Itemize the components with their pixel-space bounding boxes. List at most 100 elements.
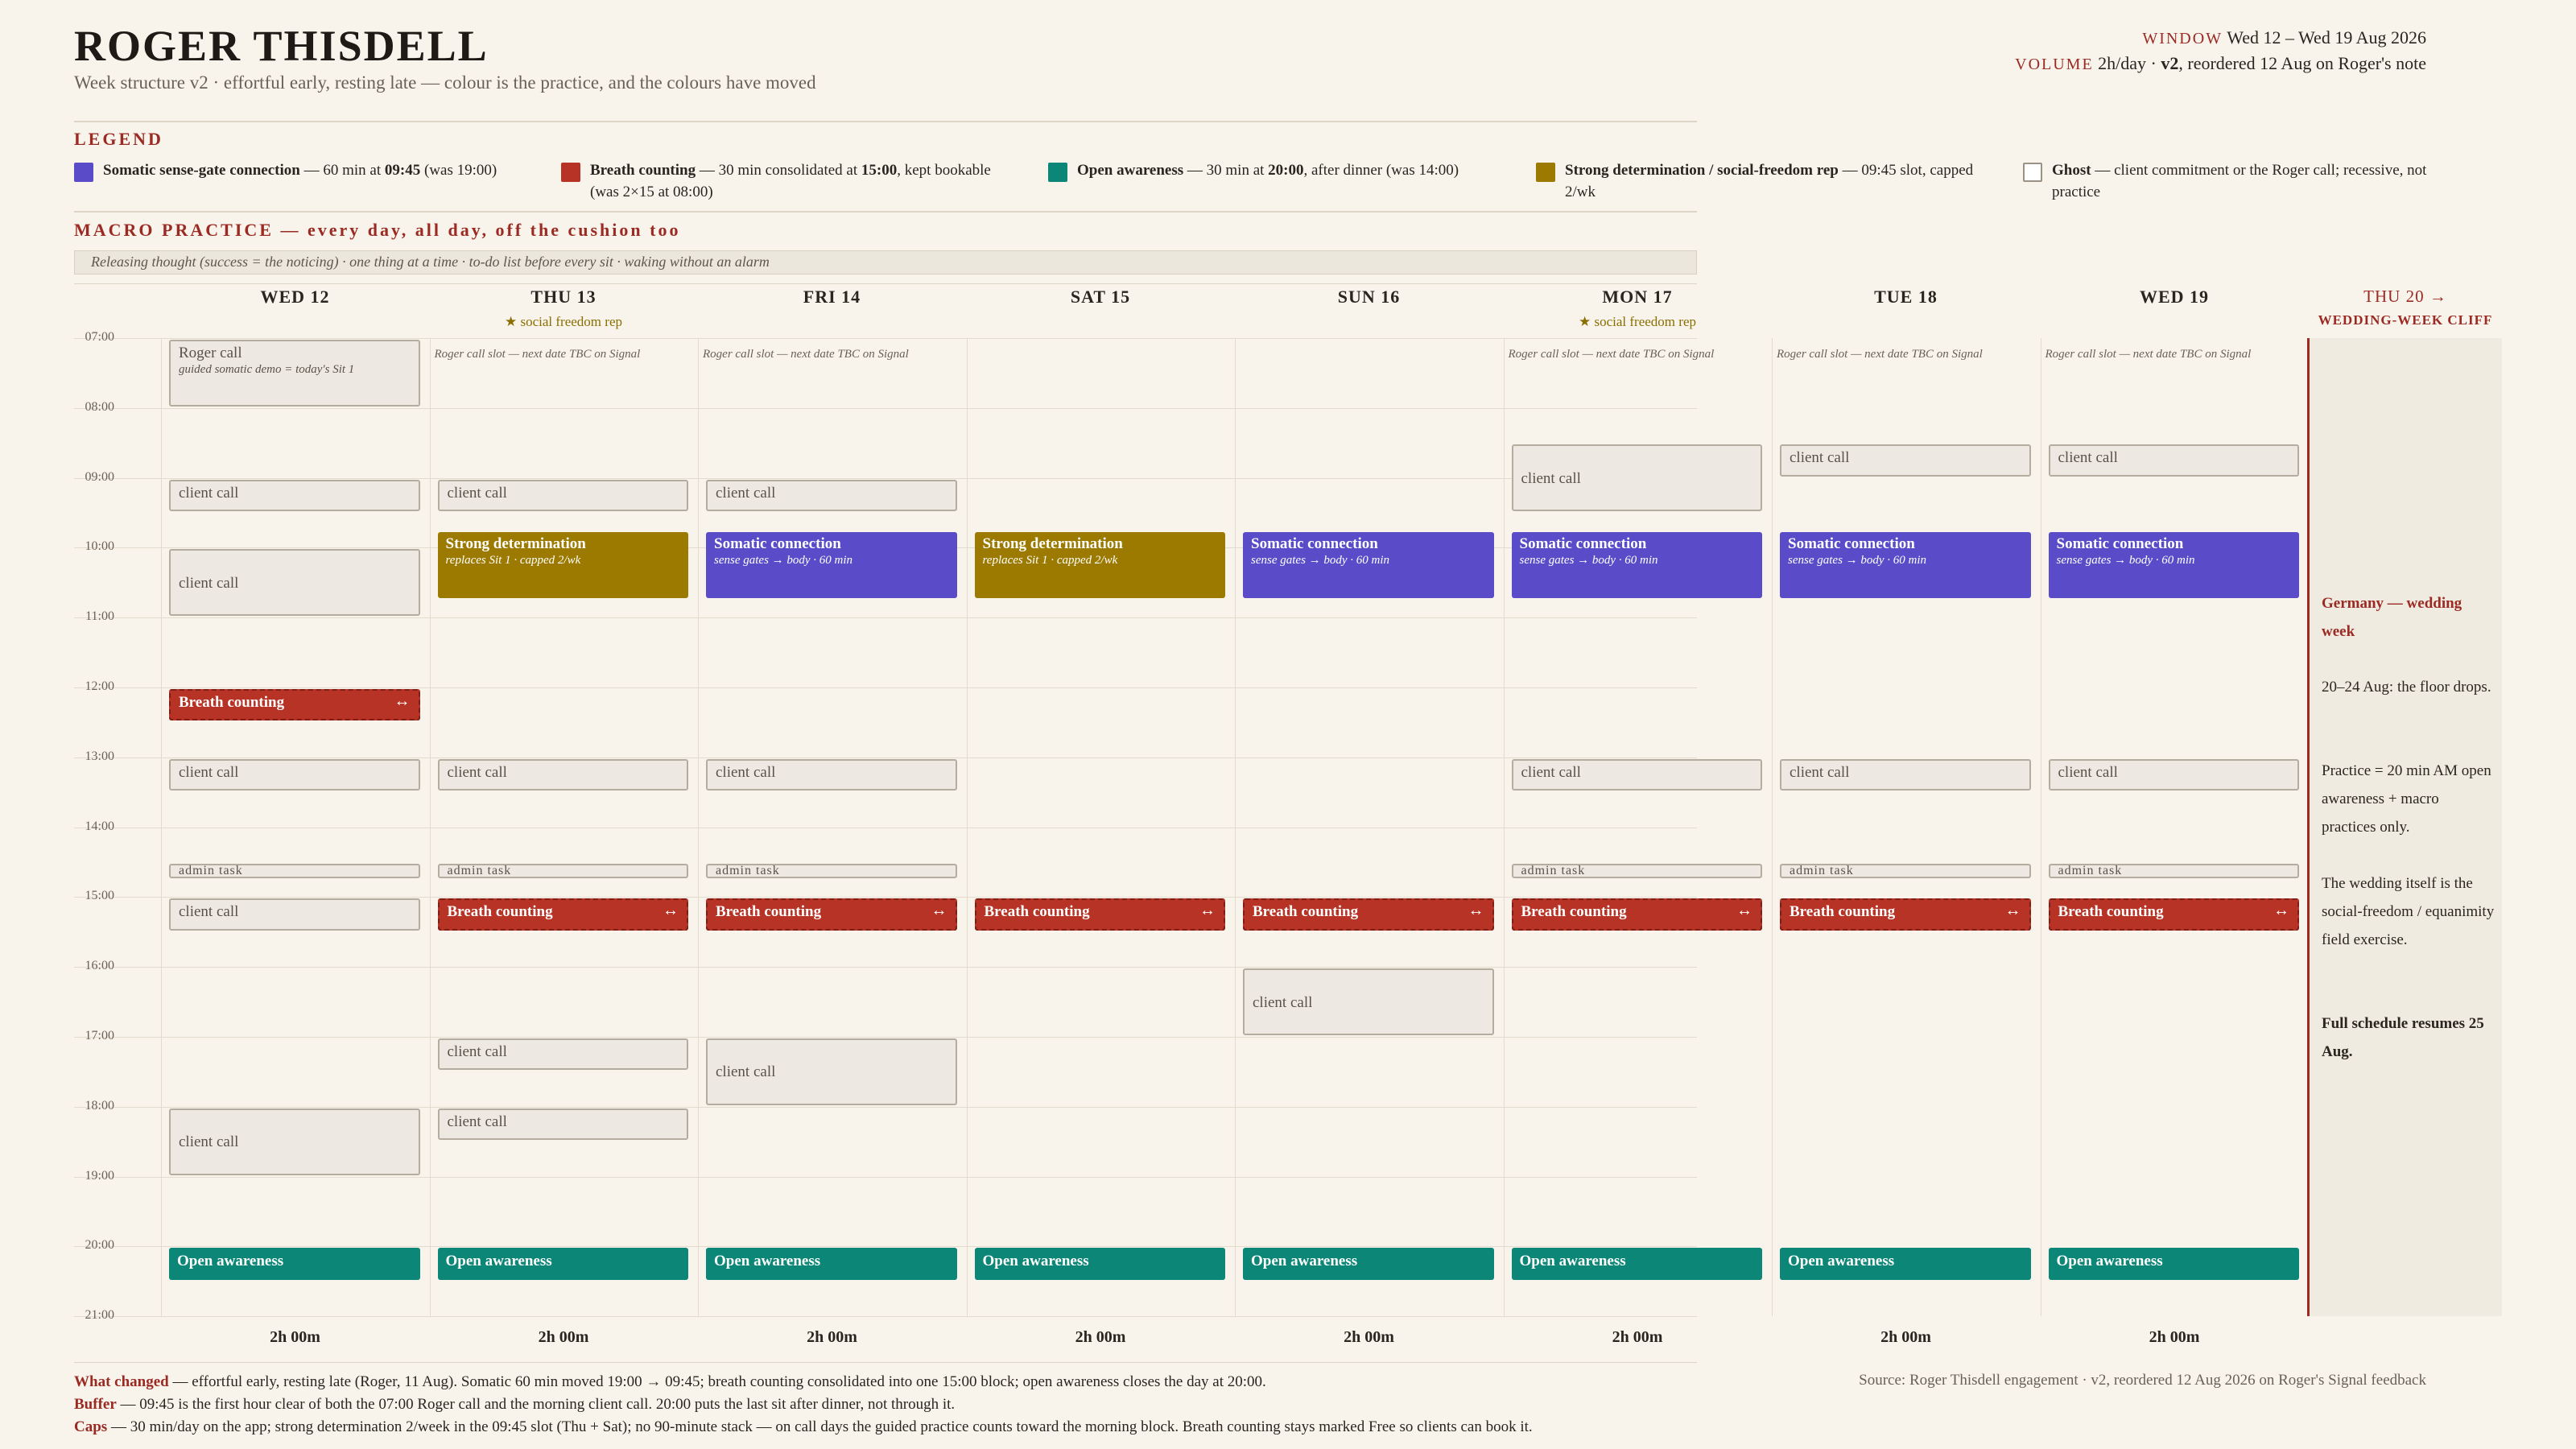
client-call-block[interactable]: client call <box>169 898 420 931</box>
open-awareness-block[interactable]: Open awareness <box>706 1248 957 1280</box>
client-call-block[interactable]: client call <box>706 479 957 511</box>
event-label: Roger call <box>179 345 242 361</box>
hour-gridline <box>74 1176 1697 1178</box>
event-label: Somatic connection <box>714 535 841 552</box>
event-label: client call <box>1253 993 1313 1011</box>
event-label: Strong determination <box>982 535 1123 552</box>
legend-heading: LEGEND <box>74 129 163 149</box>
client-call-block[interactable]: client call <box>2048 444 2299 477</box>
client-call-block[interactable]: client call <box>1511 444 1762 511</box>
breath-counting-block[interactable]: Breath counting ↔ <box>1780 898 2031 931</box>
cliff-note-4: The wedding itself is the social-freedom… <box>2322 875 2495 948</box>
somatic-connection-block[interactable]: Somatic connection sense gates → body · 6… <box>706 531 957 599</box>
somatic-connection-block[interactable]: Somatic connection sense gates → body · 6… <box>1511 531 1762 599</box>
hour-label: 08:00 <box>85 399 114 414</box>
event-label: Open awareness <box>1251 1253 1358 1270</box>
roger-call-slot: Roger call slot — next date TBC on Signa… <box>1508 348 1715 361</box>
breath-counting-block[interactable]: Breath counting ↔ <box>706 898 957 931</box>
drag-handle-icon[interactable]: ↔ <box>2273 902 2289 920</box>
client-call-block[interactable]: client call <box>437 1038 688 1071</box>
client-call-block[interactable]: client call <box>169 1108 420 1175</box>
day-total: 2h 00m <box>1880 1328 1931 1346</box>
day-header: WED 12 <box>260 287 330 307</box>
event-label: admin task <box>447 864 512 877</box>
client-call-block[interactable]: client call <box>1780 758 2031 791</box>
client-call-block[interactable]: client call <box>437 1108 688 1141</box>
open-awareness-block[interactable]: Open awareness <box>169 1248 420 1280</box>
event-sublabel: sense gates → body · 60 min <box>1251 553 1390 567</box>
day-header: FRI 14 <box>803 287 861 307</box>
strong-determination-block[interactable]: Strong determination replaces Sit 1 · cap… <box>437 531 688 599</box>
drag-handle-icon[interactable]: ↔ <box>1199 902 1216 920</box>
admin-task-block[interactable]: admin task <box>437 864 688 878</box>
drag-handle-icon[interactable]: ↔ <box>931 902 947 920</box>
drag-handle-icon[interactable]: ↔ <box>1736 902 1752 920</box>
client-call-block[interactable]: client call <box>437 758 688 791</box>
cliff-heading: THU 20 → <box>2363 287 2447 306</box>
breath-counting-block[interactable]: Breath counting ↔ <box>2048 898 2299 931</box>
somatic-connection-block[interactable]: Somatic connection sense gates → body · 6… <box>1780 531 2031 599</box>
strong-determination-block[interactable]: Strong determination replaces Sit 1 · cap… <box>974 531 1225 599</box>
somatic-connection-block[interactable]: Somatic connection sense gates → body · 6… <box>2048 531 2299 599</box>
open-awareness-block[interactable]: Open awareness <box>1243 1248 1494 1280</box>
breath-counting-block[interactable]: Breath counting ↔ <box>1511 898 1762 931</box>
event-label: Open awareness <box>2056 1253 2163 1270</box>
event-label: Open awareness <box>982 1253 1089 1270</box>
ghost-swatch <box>2023 163 2042 182</box>
day-header: SAT 15 <box>1070 287 1131 307</box>
event-sublabel: sense gates → body · 60 min <box>2056 553 2195 567</box>
event-sublabel: sense gates → body · 60 min <box>714 553 853 567</box>
page-title: ROGER THISDELL <box>74 22 489 70</box>
hour-label: 07:00 <box>85 330 114 344</box>
breath-counting-block[interactable]: Breath counting ↔ <box>1243 898 1494 931</box>
event-label: Breath counting <box>1253 903 1359 921</box>
somatic-swatch <box>74 163 93 182</box>
client-call-block[interactable]: client call <box>2048 758 2299 791</box>
hour-label: 11:00 <box>85 609 114 624</box>
event-label: admin task <box>716 864 780 877</box>
client-call-block[interactable]: client call <box>169 549 420 617</box>
admin-task-block[interactable]: admin task <box>2048 864 2299 878</box>
day-total: 2h 00m <box>1344 1328 1394 1346</box>
client-call-block[interactable]: client call <box>169 479 420 511</box>
breath-counting-block[interactable]: Breath counting ↔ <box>437 898 688 931</box>
day-header: MON 17 <box>1602 287 1673 307</box>
volume-value-c: , reordered 12 Aug on Roger's note <box>2178 53 2426 73</box>
client-call-block[interactable]: client call <box>1511 758 1762 791</box>
event-label: client call <box>716 763 776 781</box>
drag-handle-icon[interactable]: ↔ <box>1468 902 1484 920</box>
event-label: Breath counting <box>447 903 553 921</box>
drag-handle-icon[interactable]: ↔ <box>663 902 679 920</box>
event-label: Open awareness <box>445 1253 552 1270</box>
client-call-block[interactable]: client call <box>1243 968 1494 1035</box>
drag-handle-icon[interactable]: ↔ <box>394 692 411 711</box>
hour-gridline <box>74 1106 1697 1108</box>
hour-label: 16:00 <box>85 959 114 973</box>
client-call-block[interactable]: client call <box>706 758 957 791</box>
open-awareness-block[interactable]: Open awareness <box>2048 1248 2299 1280</box>
event-label: admin task <box>2058 864 2123 877</box>
drag-handle-icon[interactable]: ↔ <box>2005 902 2021 920</box>
open-awareness-block[interactable]: Open awareness <box>1780 1248 2031 1280</box>
open-awareness-block[interactable]: Open awareness <box>1511 1248 1762 1280</box>
event-label: client call <box>447 1113 507 1130</box>
roger-call-block[interactable]: Roger call guided somatic demo = today's … <box>169 340 420 407</box>
admin-task-block[interactable]: admin task <box>1511 864 1762 878</box>
admin-task-block[interactable]: admin task <box>1780 864 2031 878</box>
breath-counting-block[interactable]: Breath counting ↔ <box>974 898 1225 931</box>
hour-label: 14:00 <box>85 819 114 833</box>
open-awareness-block[interactable]: Open awareness <box>437 1248 688 1280</box>
admin-task-block[interactable]: admin task <box>169 864 420 878</box>
open-awareness-block[interactable]: Open awareness <box>974 1248 1225 1280</box>
hour-label: 17:00 <box>85 1029 114 1042</box>
day-header: SUN 16 <box>1337 287 1401 307</box>
somatic-connection-block[interactable]: Somatic connection sense gates → body · 6… <box>1243 531 1494 599</box>
event-label: Somatic connection <box>1519 535 1647 552</box>
client-call-block[interactable]: client call <box>1780 444 2031 477</box>
breath-counting-block[interactable]: Breath counting ↔ <box>169 689 420 721</box>
client-call-block[interactable]: client call <box>169 758 420 791</box>
strong-swatch <box>1536 163 1555 182</box>
client-call-block[interactable]: client call <box>437 479 688 511</box>
client-call-block[interactable]: client call <box>706 1038 957 1105</box>
admin-task-block[interactable]: admin task <box>706 864 957 878</box>
